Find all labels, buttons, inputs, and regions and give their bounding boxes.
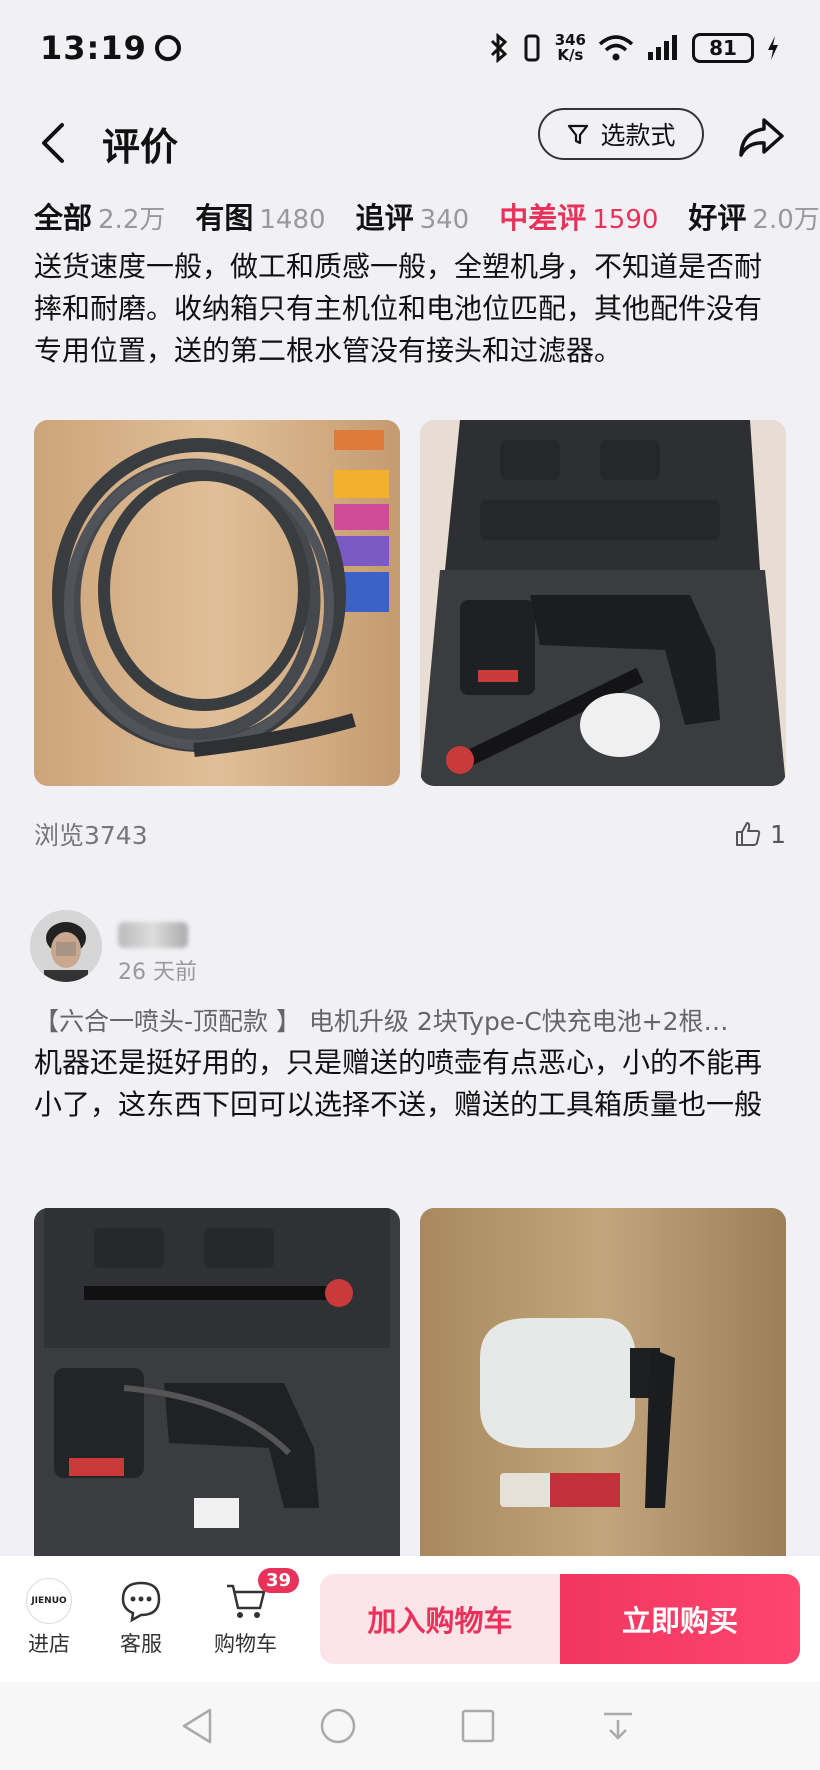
customer-service-button[interactable]: 客服 xyxy=(118,1578,164,1658)
page-header: 评价 选款式 xyxy=(0,96,820,192)
tab-count: 340 xyxy=(419,205,470,235)
system-nav-bar xyxy=(0,1682,820,1770)
view-count: 浏览3743 xyxy=(34,821,148,850)
tab-positive-reviews[interactable]: 好评 2.0万 xyxy=(688,195,819,237)
select-style-label: 选款式 xyxy=(600,121,676,150)
service-label: 客服 xyxy=(120,1632,162,1656)
battery-indicator: 81 xyxy=(692,33,754,63)
thumbs-up-icon xyxy=(736,822,761,846)
like-count: 1 xyxy=(770,819,786,849)
spray-bottle-image xyxy=(420,1208,786,1556)
nav-recents-icon[interactable] xyxy=(456,1704,500,1748)
review-list[interactable]: 送货速度一般，做工和质感一般，全塑机身，不知道是否耐摔和耐磨。收纳箱只有主机位和… xyxy=(0,246,820,1556)
avatar[interactable] xyxy=(30,910,102,982)
toolbox-open-image xyxy=(34,1208,400,1556)
bluetooth-icon xyxy=(490,33,507,63)
chat-icon xyxy=(121,1581,161,1623)
buy-now-button[interactable]: 立即购买 xyxy=(560,1574,800,1664)
tab-label: 追评 xyxy=(355,201,414,235)
cart-count-badge: 39 xyxy=(258,1568,300,1593)
page-title: 评价 xyxy=(102,125,179,169)
charging-icon xyxy=(768,36,778,60)
tab-label: 全部 xyxy=(34,201,93,235)
user-name-blurred xyxy=(118,922,188,948)
review-photo-hose[interactable] xyxy=(34,420,400,786)
select-style-button[interactable]: 选款式 xyxy=(538,108,704,160)
review-date: 26 天前 xyxy=(118,960,197,985)
chevron-left-icon xyxy=(42,123,64,163)
bottom-action-bar: JIENUO 进店 客服 购物车 39 加入购物车 立即购买 xyxy=(0,1556,820,1682)
cart-label: 购物车 xyxy=(214,1632,277,1656)
tab-all[interactable]: 全部 2.2万 xyxy=(34,195,165,237)
tab-follow-up[interactable]: 追评 340 xyxy=(356,195,470,237)
review-photo-toolbox-open[interactable] xyxy=(34,1208,400,1556)
vibrate-icon xyxy=(524,34,540,62)
review-text: 送货速度一般，做工和质感一般，全塑机身，不知道是否耐摔和耐磨。收纳箱只有主机位和… xyxy=(34,250,763,367)
alarm-icon xyxy=(154,35,181,61)
toolbox-image xyxy=(420,420,786,786)
nav-home-icon[interactable] xyxy=(316,1704,360,1748)
tab-count: 1590 xyxy=(592,205,659,235)
network-speed-unit: K/s xyxy=(557,46,584,64)
nav-dropdown-icon[interactable] xyxy=(596,1704,640,1748)
status-time: 13:19 xyxy=(40,29,147,67)
back-button[interactable] xyxy=(38,118,78,168)
tab-count: 1480 xyxy=(259,205,326,235)
share-icon xyxy=(739,118,784,157)
tab-count: 2.2万 xyxy=(98,205,166,235)
review-meta: 浏览3743 1 xyxy=(34,816,786,852)
network-speed: 346 K/s xyxy=(555,33,586,63)
tab-label: 中差评 xyxy=(499,201,587,235)
review-photo-toolbox[interactable] xyxy=(420,420,786,786)
tab-count: 2.0万 xyxy=(752,205,820,235)
shop-label: 进店 xyxy=(28,1632,70,1656)
tab-with-images[interactable]: 有图 1480 xyxy=(195,195,325,237)
wifi-icon xyxy=(598,35,634,61)
shop-logo: JIENUO xyxy=(26,1578,72,1624)
cart-button[interactable]: 购物车 39 xyxy=(214,1568,300,1658)
share-button[interactable] xyxy=(736,112,786,162)
filter-icon xyxy=(568,124,589,145)
review-photo-spray-bottle[interactable] xyxy=(420,1208,786,1556)
avatar-image xyxy=(30,910,102,982)
shop-button[interactable]: JIENUO 进店 xyxy=(26,1578,72,1658)
add-to-cart-button[interactable]: 加入购物车 xyxy=(320,1574,560,1664)
hose-image xyxy=(34,420,400,786)
review-filter-tabs: 全部 2.2万 有图 1480 追评 340 中差评 1590 好评 2.0万 xyxy=(0,186,820,246)
status-indicators: 346 K/s 81 xyxy=(489,33,780,63)
tab-label: 有图 xyxy=(195,201,254,235)
review-text: 机器还是挺好用的，只是赠送的喷壶有点恶心，小的不能再小了，这东西下回可以选择不送… xyxy=(34,1046,763,1121)
tab-label: 好评 xyxy=(688,201,747,235)
nav-back-icon[interactable] xyxy=(176,1704,220,1748)
review-sku: 【六合一喷头-顶配款 】 电机升级 2块Type-C快充电池+2根… xyxy=(34,1007,729,1036)
status-bar: 13:19 346 K/s 81 xyxy=(0,0,820,96)
tab-negative-reviews[interactable]: 中差评 1590 xyxy=(499,195,658,237)
signal-icon xyxy=(648,35,677,60)
like-button[interactable]: 1 xyxy=(734,820,786,849)
